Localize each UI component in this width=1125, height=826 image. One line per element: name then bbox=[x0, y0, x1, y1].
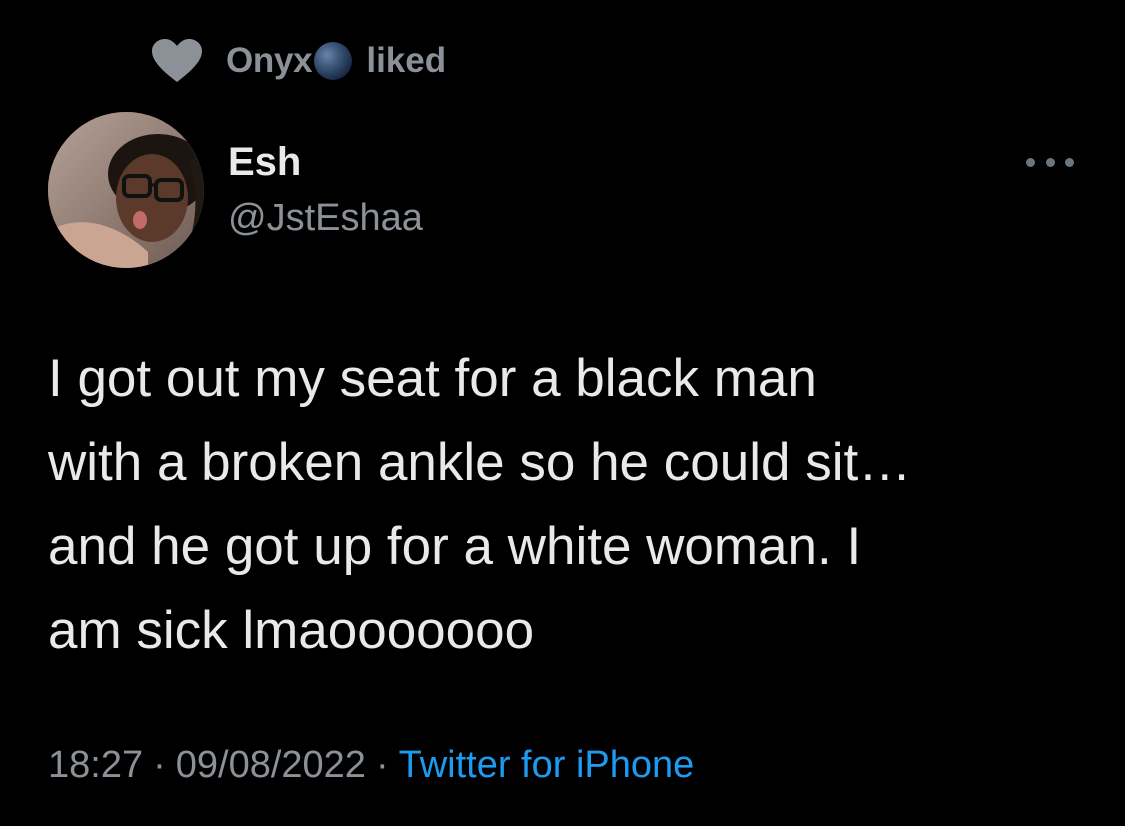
tweet[interactable]: Onyx liked Esh @JstEshaa I got out my se… bbox=[0, 0, 1125, 826]
tweet-text-line: with a broken ankle so he could sit… bbox=[48, 433, 912, 492]
tweet-text: I got out my seat for a black man with a… bbox=[48, 337, 1088, 673]
globe-emoji-icon bbox=[314, 42, 353, 80]
liked-label: liked bbox=[366, 41, 447, 80]
tweet-metadata: 18:27 · 09/08/2022 · Twitter for iPhone bbox=[48, 744, 694, 787]
tweet-time[interactable]: 18:27 bbox=[48, 744, 143, 786]
social-context: Onyx liked bbox=[150, 38, 446, 84]
liker-name[interactable]: Onyx bbox=[226, 41, 313, 81]
more-dot bbox=[1026, 157, 1035, 167]
tweet-text-line: and he got up for a white woman. I bbox=[48, 517, 862, 576]
heart-icon bbox=[150, 38, 204, 84]
avatar[interactable] bbox=[48, 112, 204, 268]
tweet-text-line: I got out my seat for a black man bbox=[48, 349, 817, 408]
display-name[interactable]: Esh bbox=[228, 140, 301, 185]
separator: · bbox=[153, 744, 166, 786]
more-icon[interactable] bbox=[1023, 145, 1077, 179]
separator: · bbox=[375, 744, 389, 786]
tweet-source-link[interactable]: Twitter for iPhone bbox=[399, 744, 695, 786]
more-dot bbox=[1065, 157, 1074, 167]
user-handle[interactable]: @JstEshaa bbox=[228, 197, 423, 240]
more-dot bbox=[1045, 157, 1055, 167]
tweet-text-line: am sick lmaooooooo bbox=[48, 601, 535, 660]
tweet-date[interactable]: 09/08/2022 bbox=[176, 744, 366, 786]
